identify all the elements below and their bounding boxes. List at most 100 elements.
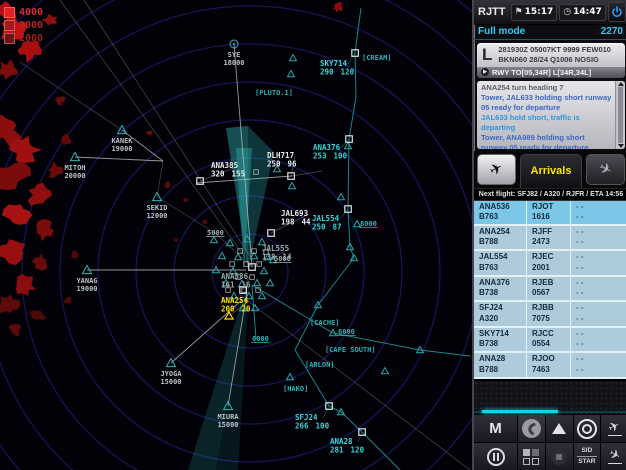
message-scrollbar[interactable] (615, 80, 625, 149)
tab-arrivals[interactable]: Arrivals (520, 153, 582, 188)
fix-triangle (286, 69, 296, 78)
power-icon (612, 6, 622, 18)
arrival-row[interactable]: ANA254 B788 RJFF 2473- -- - (474, 225, 626, 252)
terrain-blob (164, 181, 171, 189)
arrival-row[interactable]: ANA28 B788 RJOO 7463- -- - (474, 353, 626, 379)
scroll-thumb[interactable] (618, 86, 623, 143)
landing-lines-icon: ✈ (606, 446, 623, 465)
svg-text:[CAPE SOUTH]: [CAPE SOUTH] (325, 346, 376, 354)
range-rings-button[interactable] (573, 415, 601, 442)
fix-triangle (209, 235, 219, 244)
svg-text:YANAG: YANAG (76, 277, 97, 285)
aircraft-ANA28[interactable]: ANA28281 120 (330, 428, 366, 455)
radio-message: JAL633 hold short, traffic is departing (481, 112, 580, 132)
aircraft-ANA376[interactable]: ANA376253 100 (313, 135, 353, 161)
arrival-row[interactable]: ANA376 B738 RJEB 0567- -- - (474, 276, 626, 303)
clock-icon: ◷ (563, 7, 572, 17)
message-list: ANA254 turn heading 7 Tower, JAL633 holdi… (477, 81, 615, 149)
scroll-up-icon[interactable] (617, 81, 624, 86)
progress-bar (482, 410, 558, 413)
terrain-legend: 4000 3000 2000 (4, 7, 43, 46)
atis-panel[interactable]: L 281930Z 05007KT 9999 FEW010 BKN060 28/… (477, 43, 625, 78)
arrival-row[interactable]: SKY714 B738 RJCC 0554- -- - (474, 327, 626, 354)
arrivals-list-button[interactable]: ✈ (601, 443, 626, 470)
center-view-button[interactable] (545, 443, 573, 470)
terrain-blob (0, 59, 19, 80)
star-route-line (294, 304, 319, 351)
control-grid: M ✈ SID STAR ✈ (474, 414, 626, 470)
waypoint-MITOH: MITOH20000 (64, 164, 85, 180)
radar-scope[interactable]: KANEK19000MITOH20000SEKID12000YANAG19000… (0, 0, 472, 470)
arrival-row[interactable]: SFJ24 A320 RJBB 7075- -- - (474, 302, 626, 328)
progress-track (474, 410, 626, 413)
sid-star-button[interactable]: SID STAR (573, 443, 601, 470)
ground-target-square (249, 274, 255, 280)
svg-text:[HAKO]: [HAKO] (283, 385, 308, 393)
sim-time: 15:17 (524, 7, 554, 17)
landing-icon: ✈ (595, 157, 616, 180)
svg-text:MITOH: MITOH (64, 164, 85, 172)
svg-text:KANEK: KANEK (111, 137, 133, 145)
svg-text:19000: 19000 (76, 285, 97, 293)
svg-text:16116: 161 16 (221, 281, 251, 290)
mode-label: Full mode (478, 26, 526, 37)
fix-triangle (217, 251, 227, 260)
terrain-blob (31, 253, 48, 271)
svg-text:281120: 281 120 (330, 446, 365, 455)
terrain-blob (145, 130, 153, 137)
aircraft-JAL693[interactable]: JAL693198 44 (267, 209, 311, 237)
ground-target-square (256, 261, 262, 267)
tab-departures[interactable]: ✈ (474, 151, 519, 188)
waypoint-KANEK: KANEK19000 (111, 137, 133, 153)
aircraft-DLH717[interactable]: DLH717250 96 (267, 151, 297, 180)
sidebar-header: RJTT ⚑ 15:17 ◷ 14:47 (474, 0, 626, 25)
map-mode-button[interactable]: M (474, 415, 517, 442)
svg-text:25087: 250 87 (312, 223, 342, 232)
airway-line (59, 0, 253, 268)
departures-list-button[interactable]: ✈ (601, 415, 626, 442)
fix-triangle (343, 141, 353, 150)
pause-button[interactable] (474, 443, 517, 470)
waypoint-MIURA: MIURA15000 (217, 413, 239, 429)
star-route-line (361, 431, 401, 470)
terrain-blob (8, 323, 22, 337)
fix-triangle (259, 266, 269, 275)
traffic-tabs: ✈ Arrivals ✈ (474, 150, 626, 188)
svg-text:[ARLON]: [ARLON] (305, 361, 335, 369)
svg-text:15000: 15000 (217, 421, 238, 429)
arrival-row[interactable]: JAL554 B763 RJEC 2001- -- - (474, 251, 626, 277)
star-route-line (347, 138, 350, 210)
star-route-line (317, 257, 355, 306)
aircraft-SFJ24[interactable]: SFJ24266 100 (295, 402, 333, 431)
svg-text:8000: 8000 (360, 220, 377, 228)
scroll-down-icon[interactable] (617, 143, 624, 148)
svg-text:266100: 266 100 (295, 422, 330, 431)
radar-pane[interactable]: KANEK 19000 MITOH 20000 SEKID 12000 YANAG 19000… (0, 0, 472, 470)
vector-tool-button[interactable] (518, 415, 545, 442)
pause-icon (486, 447, 505, 466)
svg-text:MIURA: MIURA (217, 413, 239, 421)
svg-text:25096: 250 96 (267, 160, 297, 169)
radio-message: ANA254 turn heading 7 (481, 82, 564, 92)
real-time: 14:47 (573, 7, 602, 17)
terrain-blob (71, 250, 80, 260)
terrain-blob (332, 1, 343, 13)
arrival-row[interactable]: ANA536 B763 RJOT 1616- -- - (474, 200, 626, 226)
terrain-blob (16, 273, 37, 296)
legend-item: 3000 (4, 20, 43, 31)
svg-text:[CACHE]: [CACHE] (310, 319, 340, 327)
power-button[interactable] (607, 2, 626, 22)
svg-text:SYE: SYE (228, 51, 241, 59)
svg-text:253100: 253 100 (313, 152, 348, 161)
aircraft-JAL555[interactable]: JAL555138 14 (248, 244, 292, 271)
star-route-line (348, 96, 357, 140)
radio-message: Tower, ANA989 holding short runway 05 re… (481, 133, 589, 149)
layout-button[interactable] (518, 443, 545, 470)
aircraft-SKY714[interactable]: SKY714290 120 (320, 49, 359, 77)
waypoint-button[interactable] (545, 415, 573, 442)
svg-text:5000: 5000 (207, 229, 224, 237)
terrain-blob (27, 182, 53, 206)
tab-landings[interactable]: ✈ (583, 151, 626, 188)
svg-text:[CREAM]: [CREAM] (362, 54, 392, 62)
runway-config-bar[interactable]: ▶ RWY TO[05,34R] L[34R,34L] (477, 66, 625, 78)
